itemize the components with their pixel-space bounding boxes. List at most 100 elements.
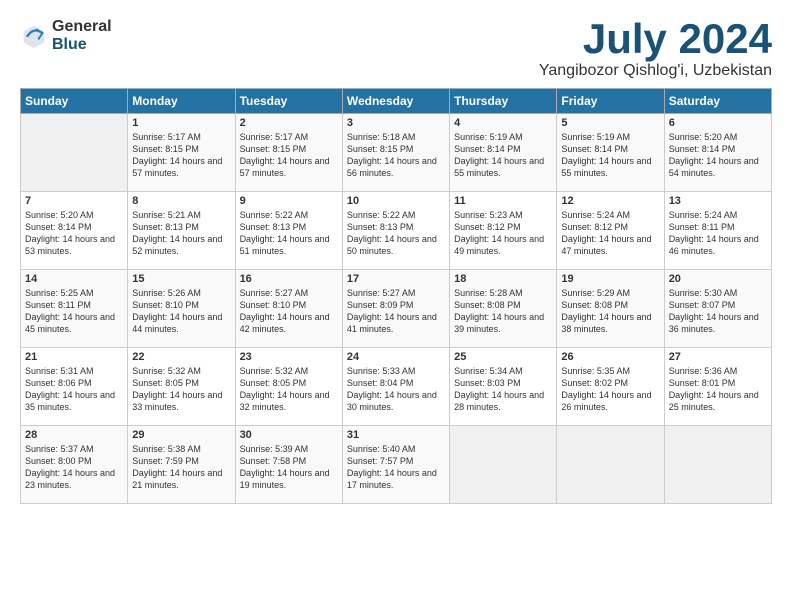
day-number: 16: [240, 273, 338, 285]
day-number: 7: [25, 195, 123, 207]
calendar-cell: 12Sunrise: 5:24 AMSunset: 8:12 PMDayligh…: [557, 192, 664, 270]
calendar-container: General Blue July 2024 Yangibozor Qishlo…: [0, 0, 792, 514]
cell-info: Sunrise: 5:38 AMSunset: 7:59 PMDaylight:…: [132, 444, 222, 490]
cell-info: Sunrise: 5:29 AMSunset: 8:08 PMDaylight:…: [561, 288, 651, 334]
day-number: 24: [347, 351, 445, 363]
calendar-cell: 22 Sunrise: 5:32 AMSunset: 8:05 PMDayligh…: [128, 348, 235, 426]
day-number: 23: [240, 351, 338, 363]
day-number: 25: [454, 351, 552, 363]
day-number: 6: [669, 117, 767, 129]
cell-info: Sunrise: 5:35 AMSunset: 8:02 PMDaylight:…: [561, 366, 651, 412]
calendar-cell: 9Sunrise: 5:22 AMSunset: 8:13 PMDaylight…: [235, 192, 342, 270]
logo-general: General: [52, 18, 112, 35]
cell-info: Sunrise: 5:25 AMSunset: 8:11 PMDaylight:…: [25, 288, 115, 334]
day-number: 31: [347, 429, 445, 441]
calendar-cell: 10Sunrise: 5:22 AMSunset: 8:13 PMDayligh…: [342, 192, 449, 270]
calendar-cell: 25 Sunrise: 5:34 AMSunset: 8:03 PMDayligh…: [450, 348, 557, 426]
calendar-cell: 20 Sunrise: 5:30 AMSunset: 8:07 PMDayligh…: [664, 270, 771, 348]
logo-icon: [20, 22, 48, 50]
calendar-cell: 14 Sunrise: 5:25 AMSunset: 8:11 PMDayligh…: [21, 270, 128, 348]
cell-info: Sunrise: 5:21 AMSunset: 8:13 PMDaylight:…: [132, 210, 222, 256]
calendar-body: 1 Sunrise: 5:17 AMSunset: 8:15 PMDaylight…: [21, 114, 772, 504]
cell-info: Sunrise: 5:19 AMSunset: 8:14 PMDaylight:…: [454, 132, 544, 178]
cell-info: Sunrise: 5:22 AMSunset: 8:13 PMDaylight:…: [347, 210, 437, 256]
calendar-cell: 17 Sunrise: 5:27 AMSunset: 8:09 PMDayligh…: [342, 270, 449, 348]
cell-info: Sunrise: 5:28 AMSunset: 8:08 PMDaylight:…: [454, 288, 544, 334]
cell-info: Sunrise: 5:39 AMSunset: 7:58 PMDaylight:…: [240, 444, 330, 490]
day-number: 30: [240, 429, 338, 441]
cell-info: Sunrise: 5:27 AMSunset: 8:09 PMDaylight:…: [347, 288, 437, 334]
cell-info: Sunrise: 5:34 AMSunset: 8:03 PMDaylight:…: [454, 366, 544, 412]
week-row-3: 14 Sunrise: 5:25 AMSunset: 8:11 PMDayligh…: [21, 270, 772, 348]
cell-info: Sunrise: 5:17 AMSunset: 8:15 PMDaylight:…: [132, 132, 222, 178]
day-number: 21: [25, 351, 123, 363]
calendar-cell: 26Sunrise: 5:35 AMSunset: 8:02 PMDayligh…: [557, 348, 664, 426]
day-number: 4: [454, 117, 552, 129]
calendar-cell: 27Sunrise: 5:36 AMSunset: 8:01 PMDayligh…: [664, 348, 771, 426]
logo-blue: Blue: [52, 36, 87, 53]
day-number: 14: [25, 273, 123, 285]
day-number: 28: [25, 429, 123, 441]
cell-info: Sunrise: 5:27 AMSunset: 8:10 PMDaylight:…: [240, 288, 330, 334]
header: General Blue July 2024 Yangibozor Qishlo…: [20, 18, 772, 80]
day-number: 9: [240, 195, 338, 207]
cell-info: Sunrise: 5:23 AMSunset: 8:12 PMDaylight:…: [454, 210, 544, 256]
day-number: 15: [132, 273, 230, 285]
cell-info: Sunrise: 5:20 AMSunset: 8:14 PMDaylight:…: [669, 132, 759, 178]
calendar-cell: 28Sunrise: 5:37 AMSunset: 8:00 PMDayligh…: [21, 426, 128, 504]
month-title: July 2024: [539, 18, 772, 60]
calendar-table: Sunday Monday Tuesday Wednesday Thursday…: [20, 88, 772, 504]
week-row-5: 28Sunrise: 5:37 AMSunset: 8:00 PMDayligh…: [21, 426, 772, 504]
calendar-cell: 16 Sunrise: 5:27 AMSunset: 8:10 PMDayligh…: [235, 270, 342, 348]
calendar-cell: 30 Sunrise: 5:39 AMSunset: 7:58 PMDayligh…: [235, 426, 342, 504]
col-saturday: Saturday: [664, 89, 771, 114]
calendar-cell: 7 Sunrise: 5:20 AMSunset: 8:14 PMDaylight…: [21, 192, 128, 270]
calendar-cell: 1 Sunrise: 5:17 AMSunset: 8:15 PMDaylight…: [128, 114, 235, 192]
calendar-cell: 6 Sunrise: 5:20 AMSunset: 8:14 PMDaylight…: [664, 114, 771, 192]
day-number: 20: [669, 273, 767, 285]
week-row-4: 21 Sunrise: 5:31 AMSunset: 8:06 PMDayligh…: [21, 348, 772, 426]
cell-info: Sunrise: 5:30 AMSunset: 8:07 PMDaylight:…: [669, 288, 759, 334]
cell-info: Sunrise: 5:40 AMSunset: 7:57 PMDaylight:…: [347, 444, 437, 490]
header-row: Sunday Monday Tuesday Wednesday Thursday…: [21, 89, 772, 114]
day-number: 17: [347, 273, 445, 285]
cell-info: Sunrise: 5:20 AMSunset: 8:14 PMDaylight:…: [25, 210, 115, 256]
day-number: 19: [561, 273, 659, 285]
day-number: 1: [132, 117, 230, 129]
calendar-cell: 11 Sunrise: 5:23 AMSunset: 8:12 PMDayligh…: [450, 192, 557, 270]
calendar-cell: 3Sunrise: 5:18 AMSunset: 8:15 PMDaylight…: [342, 114, 449, 192]
logo-text: General Blue: [52, 18, 112, 54]
col-wednesday: Wednesday: [342, 89, 449, 114]
calendar-cell: 13Sunrise: 5:24 AMSunset: 8:11 PMDayligh…: [664, 192, 771, 270]
day-number: 11: [454, 195, 552, 207]
calendar-cell: 29 Sunrise: 5:38 AMSunset: 7:59 PMDayligh…: [128, 426, 235, 504]
day-number: 29: [132, 429, 230, 441]
day-number: 8: [132, 195, 230, 207]
day-number: 22: [132, 351, 230, 363]
day-number: 2: [240, 117, 338, 129]
cell-info: Sunrise: 5:32 AMSunset: 8:05 PMDaylight:…: [132, 366, 222, 412]
day-number: 12: [561, 195, 659, 207]
calendar-cell: 2Sunrise: 5:17 AMSunset: 8:15 PMDaylight…: [235, 114, 342, 192]
calendar-cell: 31 Sunrise: 5:40 AMSunset: 7:57 PMDayligh…: [342, 426, 449, 504]
cell-info: Sunrise: 5:36 AMSunset: 8:01 PMDaylight:…: [669, 366, 759, 412]
col-friday: Friday: [557, 89, 664, 114]
col-tuesday: Tuesday: [235, 89, 342, 114]
calendar-cell: [664, 426, 771, 504]
calendar-cell: 19 Sunrise: 5:29 AMSunset: 8:08 PMDayligh…: [557, 270, 664, 348]
col-monday: Monday: [128, 89, 235, 114]
week-row-1: 1 Sunrise: 5:17 AMSunset: 8:15 PMDaylight…: [21, 114, 772, 192]
cell-info: Sunrise: 5:33 AMSunset: 8:04 PMDaylight:…: [347, 366, 437, 412]
calendar-cell: 5Sunrise: 5:19 AMSunset: 8:14 PMDaylight…: [557, 114, 664, 192]
week-row-2: 7 Sunrise: 5:20 AMSunset: 8:14 PMDaylight…: [21, 192, 772, 270]
cell-info: Sunrise: 5:31 AMSunset: 8:06 PMDaylight:…: [25, 366, 115, 412]
cell-info: Sunrise: 5:32 AMSunset: 8:05 PMDaylight:…: [240, 366, 330, 412]
logo: General Blue: [20, 18, 112, 54]
calendar-cell: 23 Sunrise: 5:32 AMSunset: 8:05 PMDayligh…: [235, 348, 342, 426]
calendar-cell: 8 Sunrise: 5:21 AMSunset: 8:13 PMDaylight…: [128, 192, 235, 270]
calendar-cell: [21, 114, 128, 192]
title-block: July 2024 Yangibozor Qishlog'i, Uzbekist…: [539, 18, 772, 80]
calendar-cell: [450, 426, 557, 504]
cell-info: Sunrise: 5:19 AMSunset: 8:14 PMDaylight:…: [561, 132, 651, 178]
day-number: 13: [669, 195, 767, 207]
